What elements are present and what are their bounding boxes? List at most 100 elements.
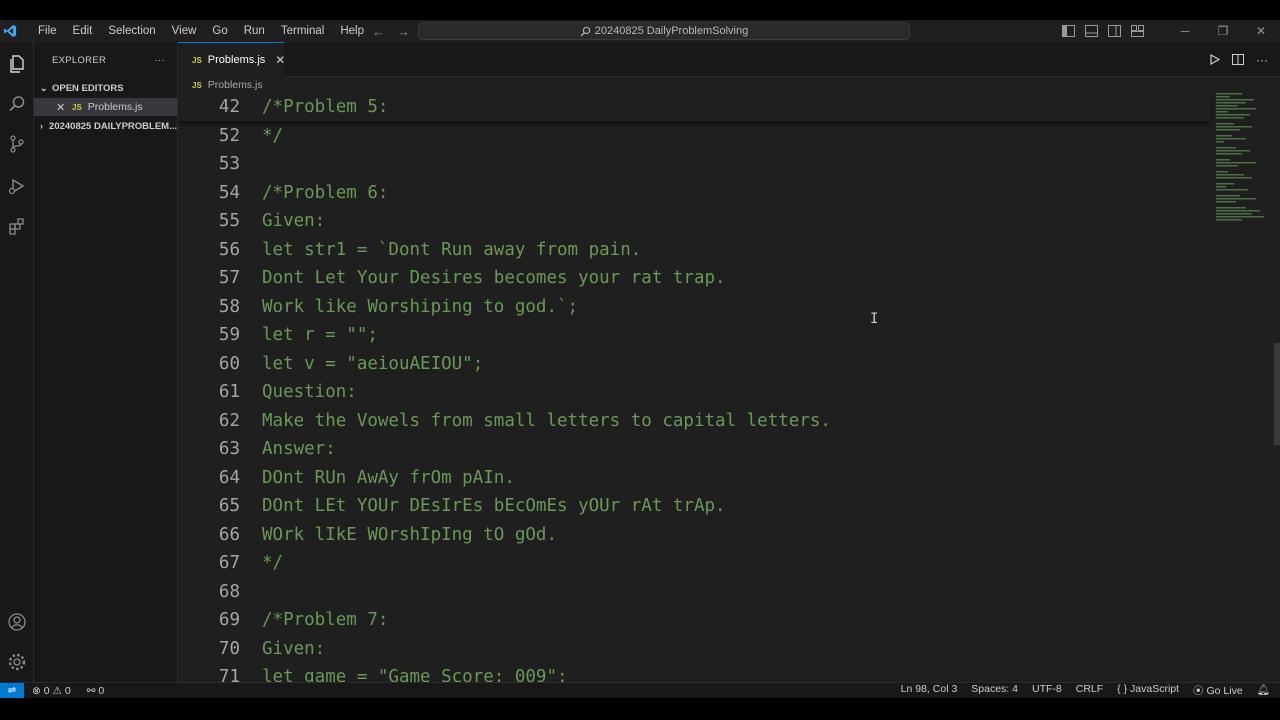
- code-line: 62 Make the Vowels from small letters to …: [178, 407, 831, 435]
- line-text: let game = "Game Score: 009";: [262, 667, 568, 682]
- code-line: 67 */: [178, 549, 283, 577]
- forward-arrow-icon[interactable]: →: [397, 24, 410, 39]
- folder-section[interactable]: › 20240825 DAILYPROBLEM...: [34, 116, 177, 136]
- layout-controls: [1062, 25, 1144, 37]
- extensions-icon[interactable]: [5, 214, 29, 238]
- open-editor-item[interactable]: ✕ JS Problems.js: [34, 98, 177, 116]
- line-text: Make the Vowels from small letters to ca…: [262, 410, 831, 431]
- title-bar-right: ─ ❐ ✕: [1062, 20, 1280, 42]
- restore-icon[interactable]: ❐: [1204, 24, 1242, 38]
- javascript-file-icon: JS: [72, 102, 82, 112]
- minimap[interactable]: [1214, 93, 1274, 233]
- line-number: 61: [218, 382, 240, 402]
- minimize-icon[interactable]: ─: [1166, 24, 1204, 38]
- problems-indicator[interactable]: ⊗ 0 ⚠ 0: [32, 685, 71, 697]
- code-line: 58 Work like Worshiping to god.`;: [178, 293, 578, 321]
- code-line: 70 Given:: [178, 635, 325, 663]
- code-line: 69 /*Problem 7:: [178, 606, 389, 634]
- status-right: Ln 98, Col 3 Spaces: 4 UTF-8 CRLF { } Ja…: [901, 683, 1280, 698]
- menu-bar: File Edit Selection View Go Run Terminal…: [30, 25, 372, 37]
- toggle-secondary-sidebar-icon[interactable]: [1108, 25, 1121, 37]
- menu-help[interactable]: Help: [332, 25, 372, 37]
- broadcast-icon: ⦿: [1193, 685, 1204, 697]
- explorer-icon[interactable]: [5, 52, 29, 76]
- history-navigation: ← →: [372, 20, 410, 42]
- menu-run[interactable]: Run: [236, 25, 273, 37]
- warning-icon: ⚠: [52, 684, 62, 697]
- line-text: Work like Worshiping to god.`;: [262, 296, 579, 317]
- line-text: let r = "";: [262, 325, 378, 345]
- vertical-scrollbar[interactable]: [1274, 343, 1280, 445]
- chevron-down-icon: ⌄: [40, 82, 48, 93]
- toggle-primary-sidebar-icon[interactable]: [1062, 25, 1075, 37]
- go-live-button[interactable]: ⦿ Go Live: [1193, 683, 1243, 698]
- status-left: ⊗ 0 ⚠ 0 ⚯ 0: [32, 685, 104, 697]
- search-view-icon[interactable]: [5, 92, 29, 116]
- explorer-title: EXPLORER: [52, 54, 107, 66]
- language-label: JavaScript: [1130, 683, 1180, 695]
- line-number: 53: [218, 154, 240, 174]
- line-number: 70: [218, 638, 240, 659]
- line-number: 65: [218, 496, 240, 516]
- line-number: 66: [218, 524, 240, 545]
- code-line: 42 /*Problem 5:: [178, 93, 389, 121]
- line-number: 64: [218, 467, 240, 488]
- code-line: 54 /*Problem 6:: [178, 179, 389, 207]
- encoding[interactable]: UTF-8: [1032, 683, 1062, 698]
- screen-letterbox-top: [0, 0, 1280, 20]
- close-editor-icon[interactable]: ✕: [56, 101, 70, 114]
- remote-indicator-icon[interactable]: ⇌: [0, 682, 24, 699]
- chevron-right-icon: ›: [40, 121, 43, 131]
- line-text: DOnt LEt YOUr DEsIrEs bEcOmEs yOUr rAt t…: [262, 496, 726, 516]
- ports-indicator[interactable]: ⚯ 0: [87, 685, 105, 697]
- warning-count: 0: [64, 684, 71, 697]
- search-text: 20240825 DailyProblemSolving: [594, 25, 749, 37]
- open-editors-section[interactable]: ⌄ OPEN EDITORS: [34, 78, 177, 98]
- toggle-panel-icon[interactable]: [1085, 25, 1098, 37]
- line-text: Question:: [262, 382, 357, 402]
- run-and-debug-icon[interactable]: [5, 174, 29, 198]
- cursor-position[interactable]: Ln 98, Col 3: [901, 683, 958, 698]
- menu-selection[interactable]: Selection: [100, 25, 163, 37]
- code-line: 53: [178, 150, 262, 178]
- breadcrumb-file[interactable]: Problems.js: [208, 79, 263, 91]
- split-editor-icon[interactable]: [1232, 54, 1244, 65]
- menu-file[interactable]: File: [30, 25, 65, 37]
- back-arrow-icon[interactable]: ←: [372, 24, 385, 39]
- error-count: 0: [43, 684, 50, 697]
- line-text: WOrk lIkE WOrshIpIng tO gOd.: [262, 524, 558, 545]
- code-line: 71 let game = "Game Score: 009";: [178, 663, 568, 682]
- run-file-icon[interactable]: [1209, 54, 1220, 65]
- menu-edit[interactable]: Edit: [65, 25, 101, 37]
- braces-icon: { }: [1117, 683, 1128, 695]
- line-number: 71: [218, 667, 240, 682]
- folder-label: 20240825 DAILYPROBLEM...: [49, 120, 177, 132]
- javascript-file-icon: JS: [192, 80, 202, 90]
- vscode-logo-icon[interactable]: [0, 20, 20, 42]
- code-line: 64 DOnt RUn AwAy frOm pAIn.: [178, 464, 515, 492]
- line-number: 67: [218, 553, 240, 573]
- language-mode[interactable]: { } JavaScript: [1117, 683, 1179, 698]
- menu-terminal[interactable]: Terminal: [273, 25, 332, 37]
- more-editor-actions-icon[interactable]: ···: [1256, 53, 1268, 67]
- customize-layout-icon[interactable]: [1131, 25, 1144, 37]
- accounts-icon[interactable]: [5, 610, 29, 634]
- more-actions-icon[interactable]: ···: [155, 55, 165, 66]
- code-editor[interactable]: 42 /*Problem 5: 52 */ 53 54 /*Problem 6: 5…: [178, 93, 1280, 682]
- sticky-scroll-header[interactable]: 42 /*Problem 5:: [178, 93, 1210, 121]
- code-line: 59 let r = "";: [178, 321, 378, 349]
- code-line: 65 DOnt LEt YOUr DEsIrEs bEcOmEs yOUr rAt…: [178, 492, 726, 520]
- line-text: /*Problem 7:: [262, 610, 389, 630]
- tab-problems-js[interactable]: JS Problems.js ✕: [178, 42, 285, 77]
- indentation[interactable]: Spaces: 4: [971, 683, 1018, 698]
- menu-view[interactable]: View: [164, 25, 205, 37]
- end-of-line[interactable]: CRLF: [1076, 683, 1103, 698]
- command-center-search[interactable]: 20240825 DailyProblemSolving: [418, 22, 910, 40]
- settings-gear-icon[interactable]: [5, 650, 29, 674]
- close-window-icon[interactable]: ✕: [1242, 24, 1280, 38]
- source-control-icon[interactable]: [5, 132, 29, 156]
- menu-go[interactable]: Go: [204, 25, 235, 37]
- notifications-bell-icon[interactable]: 🔔︎: [1257, 683, 1270, 698]
- close-tab-icon[interactable]: ✕: [275, 53, 285, 67]
- text-cursor-icon: I: [870, 311, 879, 327]
